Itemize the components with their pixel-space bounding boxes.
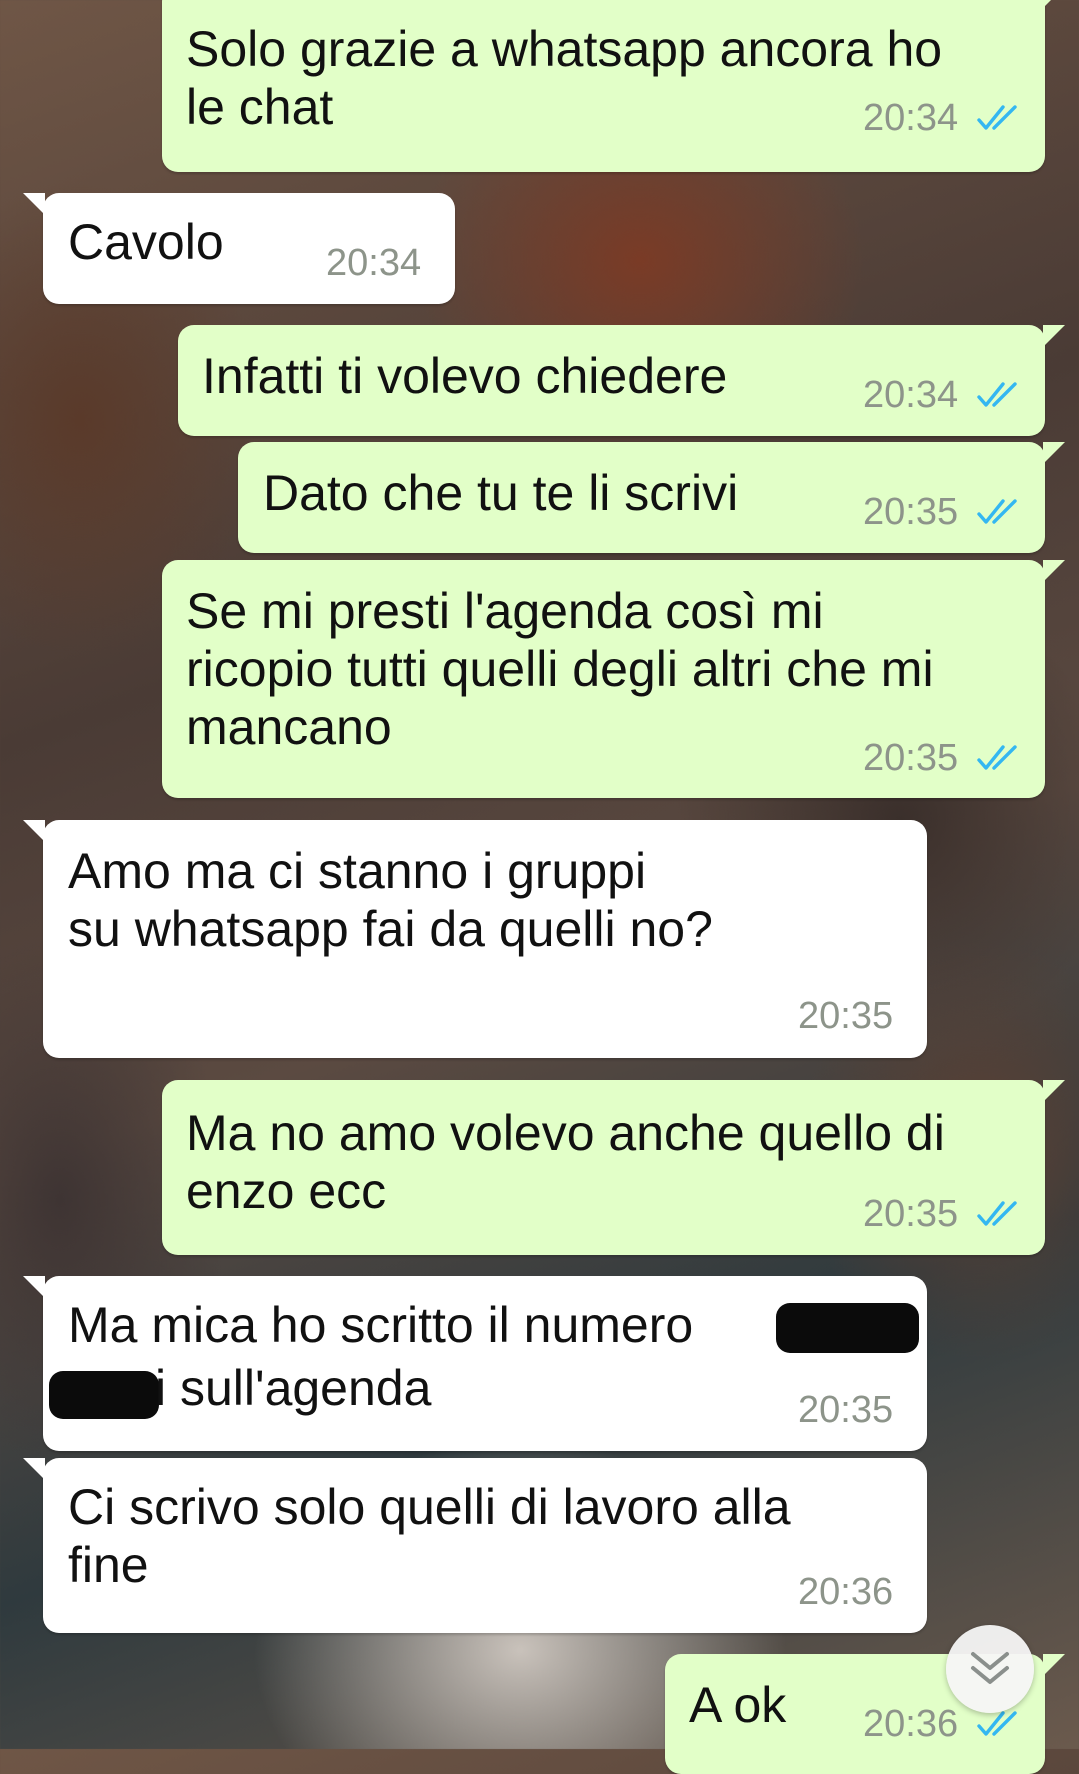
message-bubble-outgoing[interactable]: Solo grazie a whatsapp ancora ho le chat… [162,0,1065,172]
message-time: 20:34 [326,242,422,284]
message-text: Infatti ti volevo chiedere [202,348,728,404]
message-bubble-outgoing[interactable]: Infatti ti volevo chiedere 20:34 [178,325,1065,436]
message-text: Dato che tu te li scrivi [263,465,739,521]
double-check-icon [977,743,1023,773]
message-text: Se mi presti l'agenda così mi ricopio tu… [186,583,934,755]
message-time: 20:36 [798,1571,894,1613]
message-time: 20:35 [798,995,894,1037]
message-bubble-outgoing[interactable]: Dato che tu te li scrivi 20:35 [238,442,1065,553]
message-bubble-incoming[interactable]: Amo ma ci stanno i gruppi su whatsapp fa… [23,820,927,1058]
message-text: Ma no amo volevo anche quello di enzo ec… [186,1105,945,1219]
double-check-icon [977,497,1023,527]
message-text: i sull'agenda [155,1360,432,1416]
message-text: Solo grazie a whatsapp ancora ho le chat [186,21,943,135]
message-bubble-incoming[interactable]: Cavolo 20:34 [23,193,455,304]
double-check-icon [977,1199,1023,1229]
redaction-bar [49,1371,159,1419]
double-check-icon [977,380,1023,410]
scroll-to-bottom-button[interactable] [946,1625,1034,1713]
chevron-double-down-icon [971,1652,1009,1684]
message-text: Cavolo [68,214,224,270]
message-bubble-outgoing[interactable]: Se mi presti l'agenda così mi ricopio tu… [162,560,1065,798]
message-text: Ma mica ho scritto il numero [68,1297,694,1353]
message-time: 20:35 [863,1193,959,1235]
message-time: 20:35 [798,1389,894,1431]
message-time: 20:35 [863,491,959,533]
message-text: Amo ma ci stanno i gruppi su whatsapp fa… [68,843,713,957]
message-text: Ci scrivo solo quelli di lavoro alla fin… [68,1479,791,1593]
message-time: 20:34 [863,374,959,416]
message-time: 20:35 [863,737,959,779]
message-bubble-outgoing[interactable]: Ma no amo volevo anche quello di enzo ec… [162,1080,1065,1255]
redaction-bar [776,1303,919,1353]
message-bubble-incoming[interactable]: Ci scrivo solo quelli di lavoro alla fin… [23,1458,927,1633]
message-bubble-incoming[interactable]: Ma mica ho scritto il numero i sull'agen… [23,1276,927,1451]
message-time: 20:36 [863,1703,959,1745]
double-check-icon [977,103,1023,133]
double-check-icon [977,1709,1023,1739]
message-text: A ok [689,1677,787,1733]
message-time: 20:34 [863,97,959,139]
